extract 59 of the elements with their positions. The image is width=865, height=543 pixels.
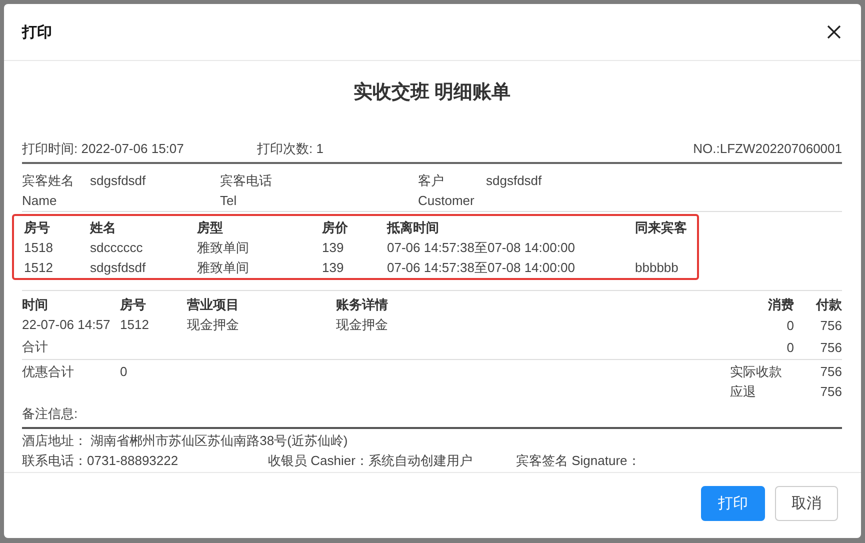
table-cell-text: 1512 [120,316,150,334]
close-button[interactable] [825,23,843,41]
dialog-title: 打印 [22,22,52,42]
table-cell-text: sdgsfdsdf [90,259,147,277]
contact-info: 收银员 Cashier：系统自动创建用户 [268,452,474,470]
column-header: 消费 [767,296,794,314]
column-header: 房型 [197,219,224,237]
contact-info: 宾客签名 Signature： [516,452,642,470]
column-header: 房号 [24,219,51,237]
print-meta: NO.:LFZW202207060001 [693,140,842,158]
table-cell-text: 1512 [24,259,54,277]
column-header: 同来宾客 [635,219,687,237]
table-cell-text: sdcccccc [90,239,144,257]
column-header: 抵离时间 [387,219,440,237]
field-label: 宾客姓名 [22,172,75,190]
table-cell-text: 雅致单间 [197,239,250,257]
discount-label: 优惠合计 [22,363,75,381]
table-cell-text: 07-06 14:57:38至07-08 14:00:00 [387,259,576,277]
column-header: 姓名 [90,219,117,237]
field-sublabel: Name [22,192,58,210]
discount-value: 0 [120,363,128,381]
table-cell-text: 756 [819,317,842,335]
remark-label: 备注信息: [22,406,78,421]
table-cell-text: 22-07-06 14:57 [22,316,112,334]
print-meta: 打印时间: 2022-07-06 15:07 [22,140,185,158]
field-value: sdgsfdsdf [90,172,147,190]
column-header: 房价 [322,219,349,237]
table-cell-text: 139 [322,239,345,257]
total-value: 0 [786,339,794,357]
document-title: 实收交班 明细账单 [352,80,512,105]
column-header: 房号 [120,296,147,314]
table-cell-text: 现金押金 [336,316,389,334]
table-cell-text: 现金押金 [187,316,240,334]
field-sublabel: Customer [418,192,476,210]
field-label: 宾客电话 [220,172,273,190]
field-value: sdgsfdsdf [486,172,543,190]
summary-value: 756 [819,363,842,381]
table-cell-text: bbbbbb [635,259,680,277]
column-header: 付款 [814,296,842,314]
column-header: 营业项目 [187,296,240,314]
column-header: 时间 [22,296,49,314]
table-cell-text: 139 [322,259,345,277]
cancel-button[interactable]: 取消 [775,486,838,521]
field-label: 客户 [418,172,445,190]
table-cell-text: 07-06 14:57:38至07-08 14:00:00 [387,239,576,257]
table-cell-text: 1518 [24,239,54,257]
field-sublabel: Tel [220,192,238,210]
print-meta: 打印次数: 1 [257,140,324,158]
summary-label: 应退 [730,383,757,401]
hotel-address: 酒店地址： 湖南省郴州市苏仙区苏仙南路38号(近苏仙岭) [22,433,348,448]
summary-label: 实际收款 [730,363,782,381]
table-cell-text: 0 [786,317,794,335]
total-label: 合计 [22,338,49,356]
table-cell-text: 雅致单间 [197,259,250,277]
total-value: 756 [819,339,842,357]
contact-info: 联系电话：0731-88893222 [22,452,180,470]
close-icon [827,25,841,39]
column-header: 账务详情 [336,296,389,314]
summary-value: 756 [819,383,842,401]
